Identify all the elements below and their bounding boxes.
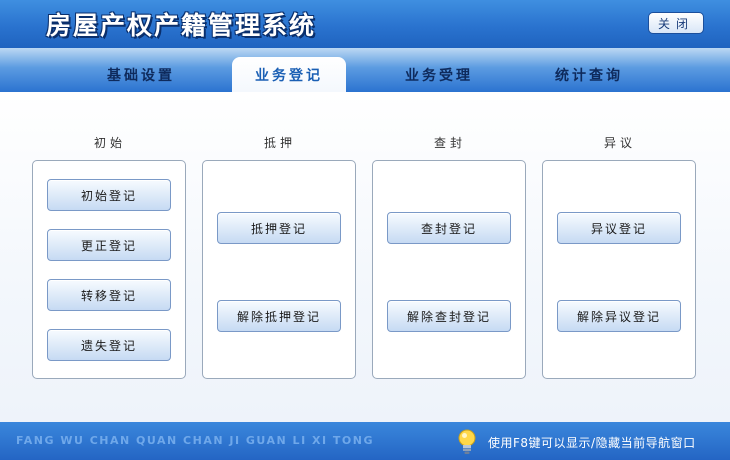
tab-business-registration[interactable]: 业务登记 [232,57,346,92]
tab-basic-settings[interactable]: 基础设置 [82,58,200,92]
tab-business-acceptance[interactable]: 业务受理 [380,58,498,92]
panel-objection [542,160,696,379]
release-objection-registration-button[interactable]: 解除异议登记 [557,300,681,332]
correction-registration-button[interactable]: 更正登记 [47,229,171,261]
group-label-initial: 初始 [93,136,126,150]
group-label-objection: 异议 [603,136,636,150]
initial-registration-button[interactable]: 初始登记 [47,179,171,211]
tab-statistics-query[interactable]: 统计查询 [530,58,648,92]
group-label-seizure: 查封 [433,136,466,150]
loss-registration-button[interactable]: 遗失登记 [47,329,171,361]
close-button[interactable]: 关闭 [648,12,704,34]
group-label-mortgage: 抵押 [263,136,296,150]
transfer-registration-button[interactable]: 转移登记 [47,279,171,311]
lightbulb-icon [458,429,476,454]
mortgage-registration-button[interactable]: 抵押登记 [217,212,341,244]
panel-mortgage [202,160,356,379]
panel-seizure [372,160,526,379]
release-seizure-registration-button[interactable]: 解除查封登记 [387,300,511,332]
objection-registration-button[interactable]: 异议登记 [557,212,681,244]
release-mortgage-registration-button[interactable]: 解除抵押登记 [217,300,341,332]
footer-hint-text: 使用F8键可以显示/隐藏当前导航窗口 [488,436,696,450]
app-title: 房屋产权产籍管理系统 [46,11,317,40]
footer-pinyin-title: FANG WU CHAN QUAN CHAN JI GUAN LI XI TON… [16,434,374,447]
seizure-registration-button[interactable]: 查封登记 [387,212,511,244]
